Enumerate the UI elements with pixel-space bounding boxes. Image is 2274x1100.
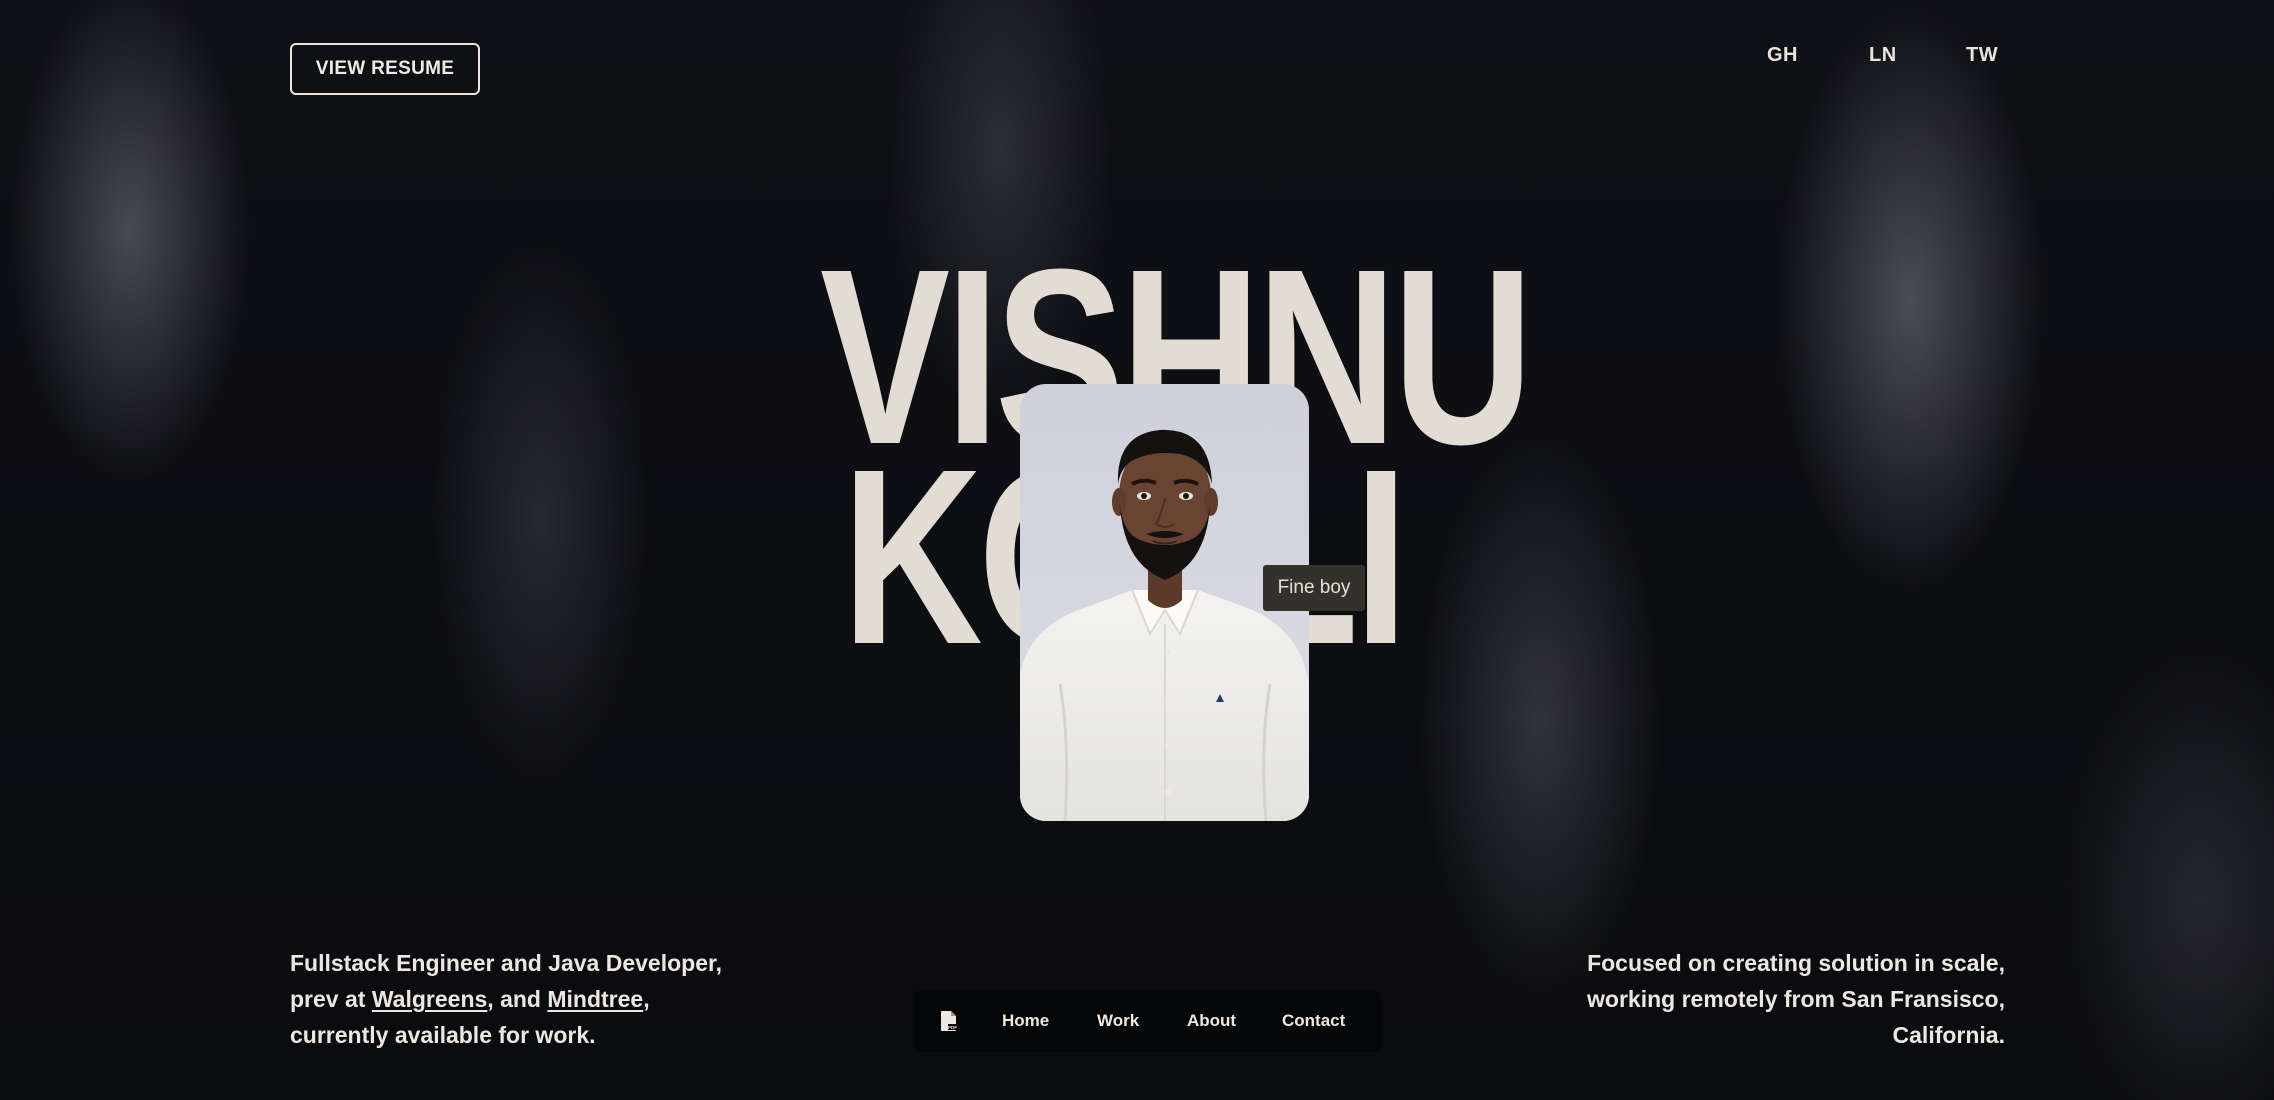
nav-home[interactable]: Home bbox=[1002, 1011, 1049, 1031]
bio-prefix: prev at bbox=[290, 986, 372, 1012]
bio-suffix: , bbox=[643, 986, 650, 1012]
bottom-nav: PDF Home Work About Contact bbox=[914, 990, 1381, 1052]
linkedin-link[interactable]: LN bbox=[1869, 44, 1897, 67]
nav-about[interactable]: About bbox=[1187, 1011, 1236, 1031]
walgreens-link[interactable]: Walgreens bbox=[372, 986, 487, 1012]
bio-line-3: currently available for work. bbox=[290, 1022, 596, 1048]
photo-tooltip: Fine boy bbox=[1263, 565, 1365, 611]
svg-text:PDF: PDF bbox=[948, 1025, 957, 1030]
twitter-link[interactable]: TW bbox=[1966, 44, 1998, 67]
nav-contact[interactable]: Contact bbox=[1282, 1011, 1345, 1031]
mindtree-link[interactable]: Mindtree bbox=[547, 986, 643, 1012]
focus-text: Focused on creating solution in scale, w… bbox=[1587, 945, 2005, 1053]
pdf-file-icon[interactable]: PDF bbox=[940, 1010, 958, 1037]
nav-work[interactable]: Work bbox=[1097, 1011, 1139, 1031]
github-link[interactable]: GH bbox=[1767, 44, 1798, 67]
view-resume-button[interactable]: VIEW RESUME bbox=[290, 43, 480, 95]
bio-text: Fullstack Engineer and Java Developer, p… bbox=[290, 945, 722, 1053]
bio-line-2: prev at Walgreens, and Mindtree, bbox=[290, 981, 722, 1017]
focus-line-2: working remotely from San Fransisco, bbox=[1587, 986, 2005, 1012]
focus-line-3: California. bbox=[1892, 1022, 2005, 1048]
bio-between: , and bbox=[487, 986, 548, 1012]
bio-line-1: Fullstack Engineer and Java Developer, bbox=[290, 950, 723, 976]
focus-line-1: Focused on creating solution in scale, bbox=[1587, 950, 2005, 976]
